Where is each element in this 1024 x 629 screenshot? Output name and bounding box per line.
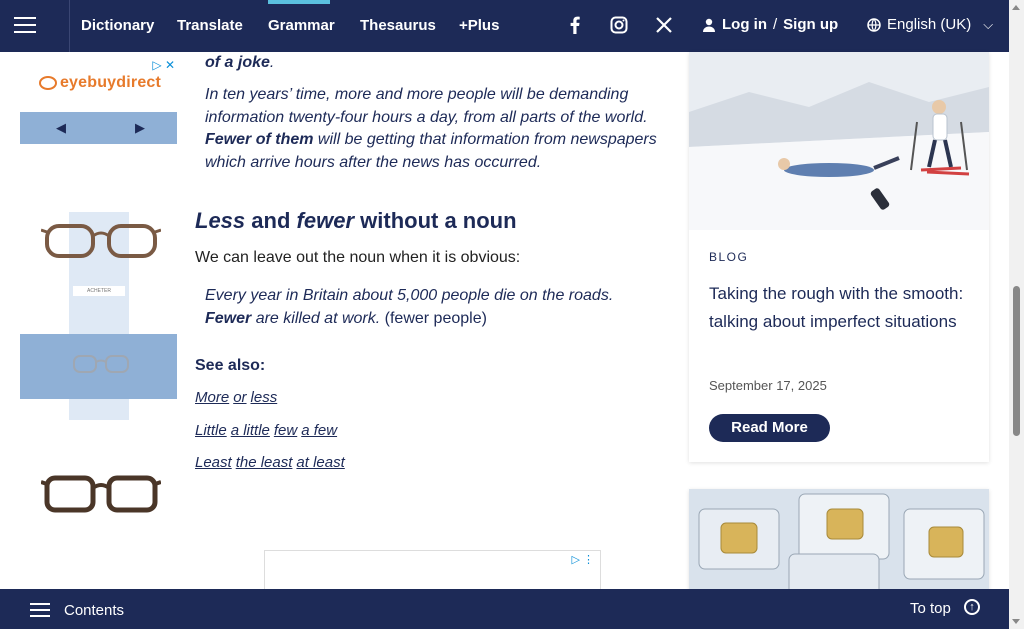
ad-brand-logo: eyebuydirect (19, 74, 181, 92)
x-icon[interactable] (653, 14, 675, 36)
see-also-row-2: Little a little few a few (195, 422, 337, 439)
example-sentence: Every year in Britain about 5,000 people… (205, 287, 614, 304)
facebook-icon[interactable] (564, 14, 586, 36)
bottom-bar: Contents To top ↑ (0, 589, 1009, 629)
see-also-link[interactable]: less (251, 389, 278, 406)
see-also-row-3: Least the least at least (195, 454, 345, 471)
ad-panel-label: ACHETER (73, 286, 125, 296)
nav-translate[interactable]: Translate (177, 17, 243, 34)
globe-icon (867, 17, 881, 32)
blog-card-image[interactable] (689, 489, 989, 599)
nav-thesaurus[interactable]: Thesaurus (360, 17, 436, 34)
nav-dictionary[interactable]: Dictionary (81, 17, 154, 34)
ad-close-icon[interactable]: ▷ ✕ (152, 58, 175, 72)
list-icon (30, 599, 50, 621)
see-also-link[interactable]: or (233, 389, 246, 406)
more-options-icon[interactable]: ⋮ (583, 553, 594, 566)
sidebar-advertisement[interactable]: ▷ ✕ eyebuydirect ◀ ▶ ACHETER (19, 52, 181, 592)
see-also-link[interactable]: More (195, 389, 229, 406)
example-bold: Fewer (205, 309, 252, 327)
login-link[interactable]: Log in (722, 16, 767, 33)
adchoices-icon[interactable]: ▷ (572, 553, 580, 566)
example-note: (fewer people) (384, 309, 487, 327)
see-also-row-1: More or less (195, 389, 277, 406)
user-icon (703, 18, 715, 32)
to-top-link[interactable]: To top (910, 600, 951, 617)
see-also-link[interactable]: a few (301, 422, 337, 439)
blog-card-2[interactable] (689, 489, 989, 599)
ad-carousel-controls: ◀ ▶ (20, 112, 177, 144)
signup-link[interactable]: Sign up (783, 16, 838, 33)
see-also-link[interactable]: Little (195, 422, 227, 439)
read-more-button[interactable]: Read More (709, 414, 830, 442)
blog-card: BLOG Taking the rough with the smooth: t… (689, 52, 989, 462)
blog-card-image[interactable] (689, 52, 989, 230)
scrollbar[interactable] (1009, 0, 1024, 629)
blog-date: September 17, 2025 (709, 378, 827, 393)
blog-title-link[interactable]: Taking the rough with the smooth: talkin… (709, 280, 979, 336)
see-also-link[interactable]: few (274, 422, 297, 439)
scroll-down-icon[interactable] (1012, 619, 1020, 624)
blog-label: BLOG (709, 250, 749, 264)
language-selector[interactable]: English (UK) ⌵ (867, 16, 993, 33)
language-label: English (UK) (887, 16, 972, 33)
instagram-icon[interactable] (608, 14, 630, 36)
nav-plus[interactable]: +Plus (459, 17, 499, 34)
top-navigation-bar: Dictionary Translate Grammar Thesaurus +… (0, 0, 1009, 52)
chevron-down-icon: ⌵ (983, 16, 994, 32)
arrow-up-icon[interactable]: ↑ (964, 599, 980, 615)
example-intro-end: of a joke. (205, 54, 275, 71)
see-also-link[interactable]: Least (195, 454, 232, 471)
example-block-1: In ten years’ time, more and more people… (205, 84, 665, 174)
scroll-up-icon[interactable] (1012, 5, 1020, 10)
see-also-link[interactable]: a little (231, 422, 270, 439)
active-nav-indicator (268, 0, 330, 4)
glasses-image (41, 472, 161, 516)
hamburger-menu-icon[interactable] (12, 12, 38, 38)
example-block-2: Every year in Britain about 5,000 people… (205, 285, 665, 330)
example-bold: Fewer of them (205, 131, 314, 148)
example-sentence: are killed at work. (255, 309, 381, 327)
carousel-prev-icon[interactable]: ◀ (56, 120, 66, 136)
see-also-link[interactable]: at least (296, 454, 344, 471)
scrollbar-thumb[interactable] (1013, 286, 1020, 436)
glasses-image (41, 220, 161, 260)
see-also-link[interactable]: the least (236, 454, 293, 471)
carousel-next-icon[interactable]: ▶ (135, 120, 145, 136)
nav-divider (69, 0, 70, 52)
see-also-heading: See also: (195, 357, 266, 374)
section-intro: We can leave out the noun when it is obv… (195, 249, 521, 266)
example-sentence: In ten years’ time, more and more people… (205, 86, 648, 126)
glasses-image (71, 352, 131, 376)
login-separator: / (773, 16, 778, 33)
login-area: Log in / Sign up (702, 16, 838, 33)
contents-label: Contents (64, 601, 125, 619)
nav-grammar[interactable]: Grammar (268, 17, 335, 34)
contents-button[interactable]: Contents (30, 599, 124, 621)
section-heading: Less and fewer without a noun (195, 208, 517, 233)
